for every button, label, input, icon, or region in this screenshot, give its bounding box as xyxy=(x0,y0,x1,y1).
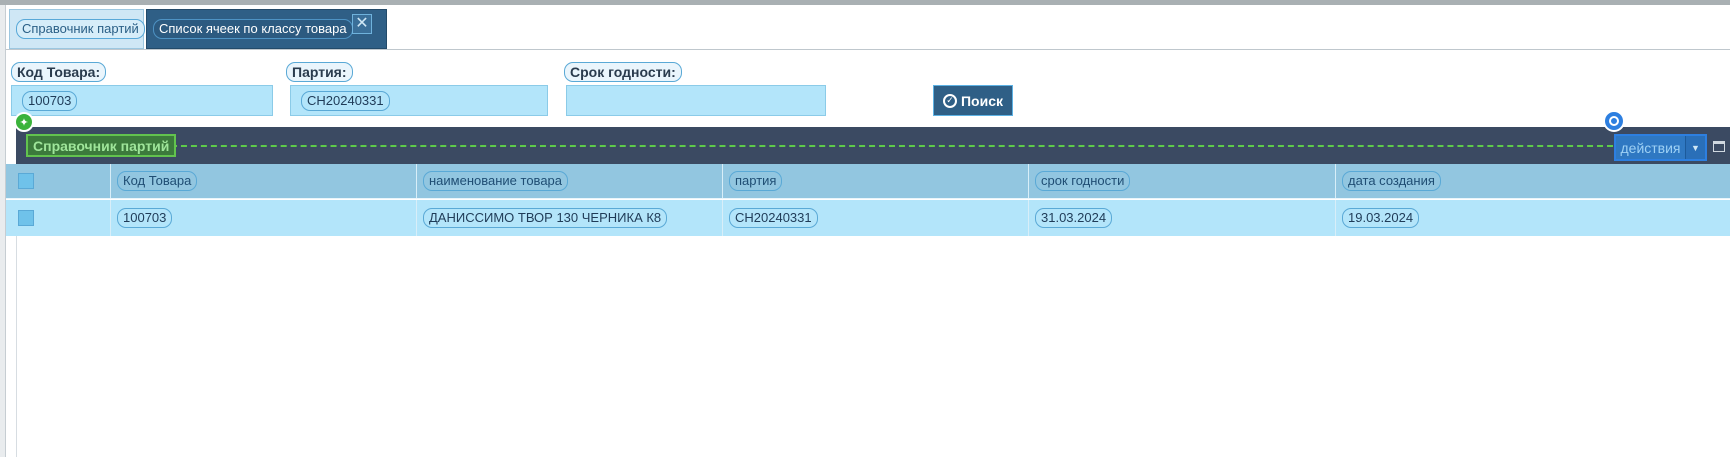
header-code[interactable]: Код Товара xyxy=(110,164,416,198)
code-label: Код Товара: xyxy=(11,62,107,82)
pin-icon[interactable]: ✦ xyxy=(14,112,34,132)
actions-label: действия xyxy=(1616,136,1685,159)
cell-batch[interactable]: CH20240331 xyxy=(722,200,1028,236)
table-header: Код Товара наименование товара партия ср… xyxy=(6,164,1730,199)
expiry-label: Срок годности: xyxy=(564,62,682,82)
tab-batch-directory[interactable]: Справочник партий xyxy=(9,9,145,49)
cell-created[interactable]: 19.03.2024 xyxy=(1335,200,1730,236)
row-checkbox[interactable] xyxy=(18,210,34,226)
code-field-value: 100703 xyxy=(22,90,78,111)
tab-label: Список ячеек по классу товара xyxy=(153,19,353,39)
window-icon[interactable] xyxy=(1713,141,1725,152)
close-icon[interactable]: ✕ xyxy=(352,14,372,34)
grid-body xyxy=(6,236,1730,457)
batch-label: Партия: xyxy=(286,62,353,82)
chevron-down-icon[interactable]: ▼ xyxy=(1685,136,1705,159)
select-all-checkbox[interactable] xyxy=(18,173,34,189)
select-all-cell xyxy=(6,164,110,198)
header-batch[interactable]: партия xyxy=(722,164,1028,198)
check-circle-icon: ✓ xyxy=(942,93,957,108)
highlight-line xyxy=(171,145,1613,147)
target-icon[interactable] xyxy=(1603,110,1625,132)
header-expiry[interactable]: срок годности xyxy=(1028,164,1335,198)
app-window: Справочник партий Список ячеек по классу… xyxy=(0,0,1730,457)
batch-field[interactable]: CH20240331 xyxy=(290,85,548,116)
cell-code[interactable]: 100703 xyxy=(110,200,416,236)
actions-dropdown[interactable]: действия ▼ xyxy=(1614,134,1707,161)
tab-bar: Справочник партий Список ячеек по классу… xyxy=(6,5,1730,50)
batch-field-value: CH20240331 xyxy=(301,90,390,111)
code-field[interactable]: 100703 xyxy=(11,85,273,116)
cell-name[interactable]: ДАНИССИМО ТВОР 130 ЧЕРНИКА К8 xyxy=(416,200,722,236)
table-row[interactable]: 100703 ДАНИССИМО ТВОР 130 ЧЕРНИКА К8 CH2… xyxy=(6,200,1730,236)
header-created[interactable]: дата создания xyxy=(1335,164,1730,198)
tab-cell-list[interactable]: Список ячеек по классу товара ✕ xyxy=(146,9,387,49)
expiry-field[interactable] xyxy=(566,85,826,116)
header-name[interactable]: наименование товара xyxy=(416,164,722,198)
search-button-label: Поиск xyxy=(960,92,1003,109)
grid-divider xyxy=(16,236,17,457)
row-select-cell xyxy=(6,200,110,236)
grid-title: Справочник партий xyxy=(26,134,177,157)
cell-expiry[interactable]: 31.03.2024 xyxy=(1028,200,1335,236)
tab-label: Справочник партий xyxy=(16,19,145,39)
search-button[interactable]: ✓ Поиск xyxy=(933,85,1013,116)
